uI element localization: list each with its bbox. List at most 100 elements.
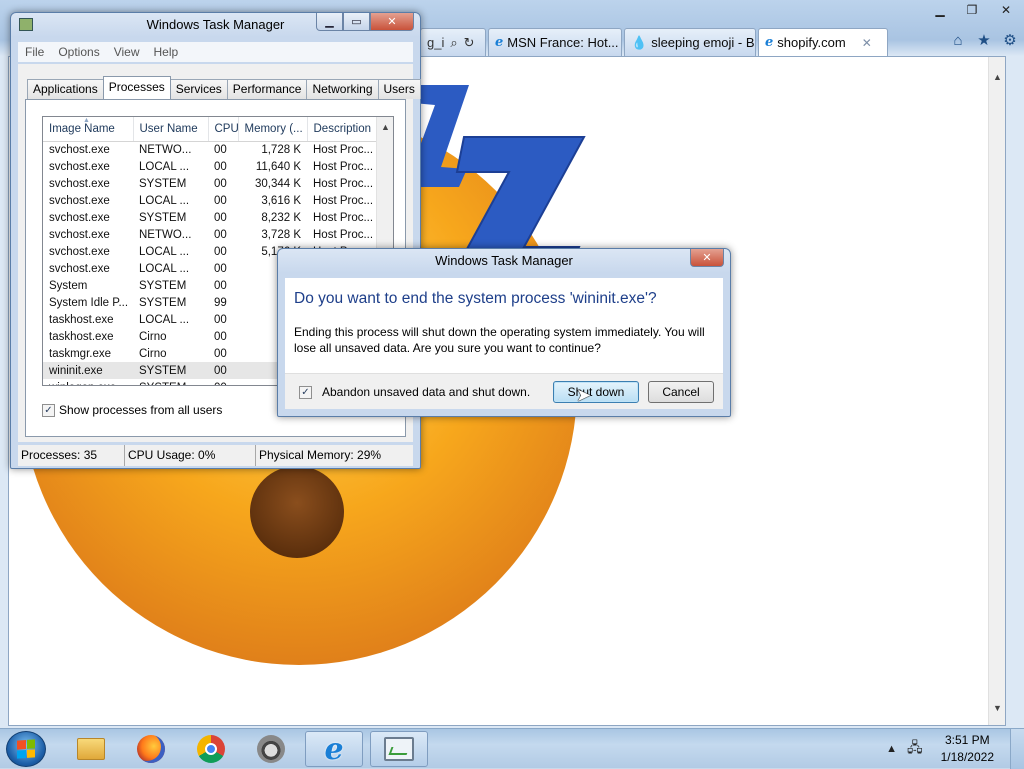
table-cell: svchost.exe: [49, 245, 110, 258]
table-cell: Host Proc...: [313, 194, 374, 207]
table-cell: 1,728 K: [261, 143, 301, 156]
table-cell: 3,616 K: [261, 194, 301, 207]
network-icon[interactable]: 🖧: [907, 737, 923, 761]
clock[interactable]: 3:51 PM 1/18/2022: [933, 732, 994, 766]
table-cell: NETWO...: [139, 143, 192, 156]
table-cell: svchost.exe: [49, 194, 110, 207]
tab-label: sleeping emoji - B...: [651, 35, 756, 50]
scroll-up-icon[interactable]: ▲: [377, 119, 393, 136]
taskbar-firefox[interactable]: [122, 731, 180, 767]
table-cell: SYSTEM: [133, 362, 208, 379]
table-row[interactable]: svchost.exe NETWO... 00 1,728 K Host Proc...: [43, 141, 376, 158]
show-all-users-option[interactable]: ✓ Show processes from all users: [42, 403, 222, 417]
folder-icon: [77, 738, 105, 760]
menu-options[interactable]: Options: [51, 45, 106, 59]
taskbar-task-manager[interactable]: [370, 731, 428, 767]
menu-file[interactable]: File: [18, 45, 51, 59]
column-header-image-name[interactable]: ▲ Image Name: [43, 117, 134, 142]
taskbar-explorer[interactable]: [62, 731, 120, 767]
favorites-star-icon[interactable]: ★: [974, 30, 994, 50]
show-desktop-button[interactable]: [1010, 729, 1024, 769]
close-button[interactable]: ✕: [370, 13, 414, 31]
tab-processes[interactable]: Processes: [102, 76, 171, 99]
table-cell: Host Proc...: [313, 160, 374, 173]
abandon-data-label: Abandon unsaved data and shut down.: [322, 385, 531, 399]
restore-button[interactable]: ❐: [956, 0, 988, 19]
table-row[interactable]: svchost.exe LOCAL ... 00 3,616 K Host Proc..…: [43, 192, 376, 209]
table-cell: 00: [214, 160, 227, 173]
table-row[interactable]: svchost.exe LOCAL ... 00 11,640 K Host Proc.…: [43, 158, 376, 175]
table-cell: 11,640 K: [255, 160, 301, 173]
dialog-controls: ✕: [690, 249, 724, 267]
mouse-pointer-icon: ➤: [576, 385, 592, 405]
tab-users[interactable]: Users: [377, 79, 421, 99]
table-row[interactable]: svchost.exe NETWO... 00 3,728 K Host Proc...: [43, 226, 376, 243]
table-cell: 00: [214, 330, 227, 343]
table-cell: NETWO...: [139, 228, 192, 241]
close-button[interactable]: ✕: [988, 0, 1024, 19]
table-row[interactable]: svchost.exe SYSTEM 00 8,232 K Host Proc...: [43, 209, 376, 226]
table-cell: taskhost.exe: [49, 330, 114, 343]
cancel-button[interactable]: Cancel: [648, 381, 714, 403]
table-cell: 00: [214, 347, 227, 360]
show-hidden-icons-icon[interactable]: ▲: [886, 743, 897, 755]
status-bar: Processes: 35 CPU Usage: 0% Physical Mem…: [18, 445, 413, 466]
abandon-data-option[interactable]: ✓ Abandon unsaved data and shut down.: [299, 385, 530, 399]
table-cell: Host Proc...: [313, 211, 374, 224]
table-row[interactable]: svchost.exe SYSTEM 00 30,344 K Host Proc...: [43, 175, 376, 192]
column-header-memory[interactable]: Memory (...: [238, 117, 308, 142]
minimize-button[interactable]: ▁: [316, 13, 343, 31]
abandon-data-checkbox[interactable]: ✓: [299, 385, 312, 399]
shut-down-button[interactable]: Shut down: [553, 381, 639, 403]
table-cell: 99: [214, 296, 227, 309]
table-cell: 00: [214, 194, 227, 207]
status-cpu-usage: CPU Usage: 0%: [125, 445, 256, 466]
browser-toolbar-icons: ⌂ ★ ⚙: [948, 30, 1020, 50]
minimize-button[interactable]: ▁: [924, 0, 956, 19]
table-cell: 00: [214, 279, 227, 292]
table-cell: winlogon.exe: [43, 379, 133, 386]
firefox-icon: [137, 735, 165, 763]
menu-bar: File Options View Help: [18, 42, 413, 62]
close-tab-icon[interactable]: ✕: [862, 36, 872, 50]
maximize-button[interactable]: ▭: [343, 13, 370, 31]
address-bar-fragment[interactable]: g_i ⌕ ↻: [420, 28, 486, 56]
column-header-description[interactable]: Description: [307, 117, 377, 142]
tab-services[interactable]: Services: [169, 79, 228, 99]
table-cell: svchost.exe: [49, 211, 110, 224]
table-cell: 00: [214, 211, 227, 224]
taskbar-raccoon-app[interactable]: [242, 731, 300, 767]
taskbar-chrome[interactable]: [182, 731, 240, 767]
table-cell: SYSTEM: [139, 177, 187, 190]
scroll-up-icon[interactable]: ▲: [989, 69, 1005, 86]
tab-msn[interactable]: e MSN France: Hot...: [488, 28, 622, 56]
start-button[interactable]: [6, 731, 46, 767]
close-button[interactable]: ✕: [690, 249, 724, 267]
refresh-icon[interactable]: ↻: [464, 35, 475, 51]
table-cell: 3,728 K: [261, 228, 301, 241]
task-manager-icon: [384, 737, 414, 761]
menu-help[interactable]: Help: [147, 45, 186, 59]
tab-shopify[interactable]: e shopify.com ✕: [758, 28, 888, 56]
tab-performance[interactable]: Performance: [226, 79, 308, 99]
column-header-user-name[interactable]: User Name: [133, 117, 209, 142]
search-icon[interactable]: ⌕: [450, 35, 457, 51]
gear-icon[interactable]: ⚙: [1000, 30, 1020, 50]
table-cell: svchost.exe: [49, 143, 110, 156]
tab-applications[interactable]: Applications: [27, 79, 104, 99]
tab-networking[interactable]: Networking: [306, 79, 379, 99]
taskbar-internet-explorer[interactable]: e: [305, 731, 363, 767]
show-all-users-label: Show processes from all users: [59, 403, 223, 417]
scroll-down-icon[interactable]: ▼: [989, 700, 1005, 717]
home-icon[interactable]: ⌂: [948, 30, 968, 50]
show-all-users-checkbox[interactable]: ✓: [42, 403, 55, 417]
table-cell: Host Proc...: [313, 143, 374, 156]
menu-view[interactable]: View: [107, 45, 147, 59]
table-cell: 8,232 K: [261, 211, 301, 224]
column-header-cpu[interactable]: CPU: [208, 117, 239, 142]
table-cell: 00: [214, 228, 227, 241]
page-scrollbar[interactable]: ▲ ▼: [988, 57, 1005, 725]
ie-page-icon: e: [495, 35, 504, 50]
table-cell: SYSTEM: [139, 211, 187, 224]
tab-sleeping-emoji[interactable]: 💧 sleeping emoji - B...: [624, 28, 756, 56]
